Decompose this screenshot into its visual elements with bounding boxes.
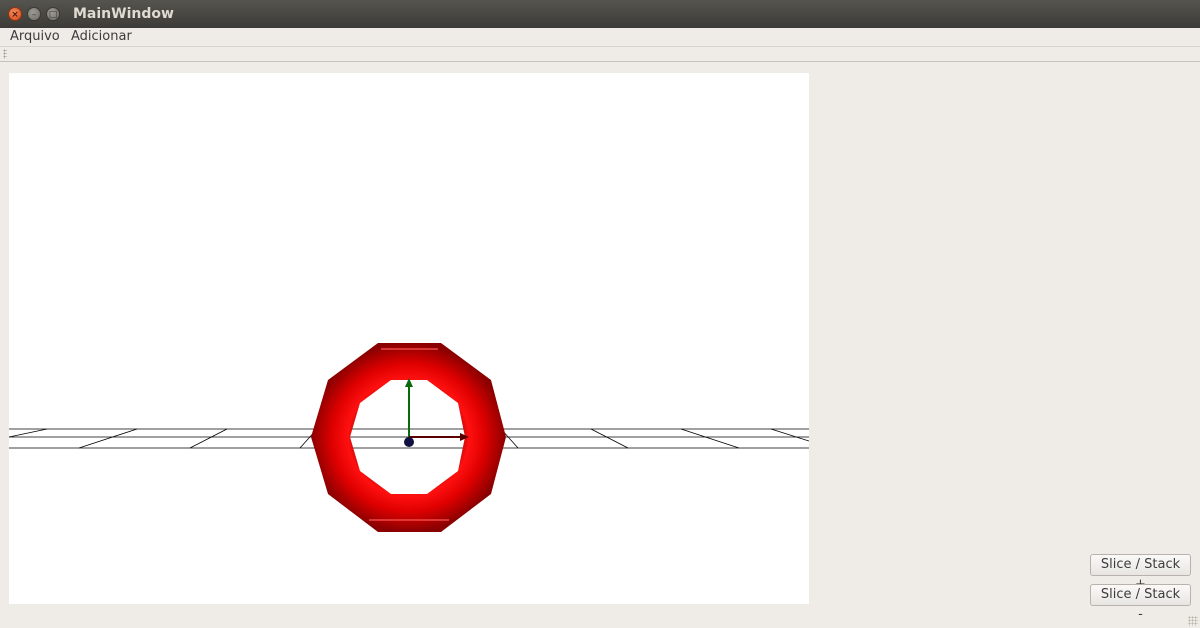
minimize-icon[interactable]: – — [27, 7, 41, 21]
slice-stack-minus-button[interactable]: Slice / Stack - — [1090, 584, 1191, 622]
resize-grip-icon[interactable] — [1188, 616, 1198, 626]
menu-adicionar[interactable]: Adicionar — [71, 29, 132, 44]
grid-line — [770, 428, 809, 442]
opengl-viewport[interactable] — [9, 73, 809, 604]
grid-line — [189, 428, 228, 449]
maximize-icon[interactable]: □ — [46, 7, 60, 21]
grid-line — [590, 428, 629, 449]
close-icon[interactable]: × — [8, 7, 22, 21]
grid-line — [9, 428, 48, 438]
grid-line — [680, 428, 740, 449]
origin-point — [404, 437, 414, 447]
title-bar[interactable]: × – □ MainWindow — [0, 0, 1200, 28]
slice-stack-plus-button[interactable]: Slice / Stack + — [1090, 554, 1191, 592]
toolbar — [0, 46, 1200, 62]
toolbar-grip-icon[interactable] — [3, 49, 7, 59]
main-window: × – □ MainWindow Arquivo Adicionar Slice… — [0, 0, 1200, 628]
menu-bar: Arquivo Adicionar — [0, 28, 1200, 46]
window-title: MainWindow — [73, 6, 174, 22]
grid-line — [78, 428, 138, 449]
menu-arquivo[interactable]: Arquivo — [10, 29, 60, 44]
scene-canvas — [9, 343, 809, 532]
